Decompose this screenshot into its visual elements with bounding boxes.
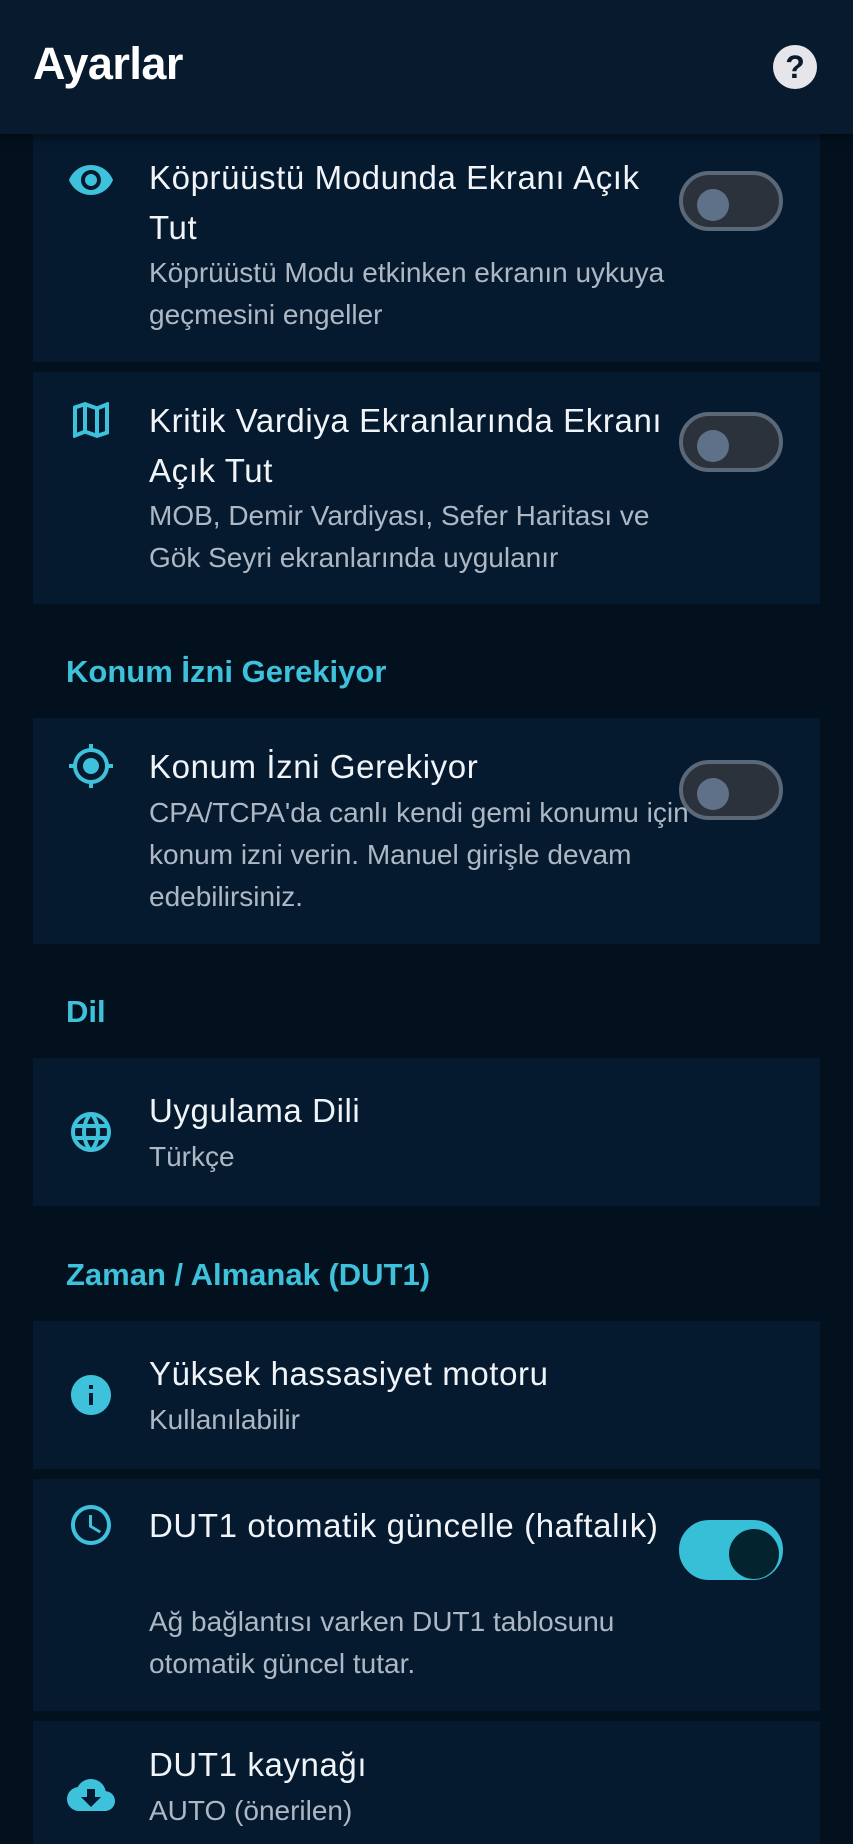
setting-location-permission[interactable]: Konum İzni Gerekiyor CPA/TCPA'da canlı k…	[33, 718, 820, 944]
toggle-knob	[729, 1529, 779, 1579]
dut1-auto-update-toggle[interactable]	[679, 1520, 783, 1580]
section-header-time: Zaman / Almanak (DUT1)	[66, 1257, 431, 1292]
setting-subtitle: CPA/TCPA'da canlı kendi gemi konumu için…	[149, 797, 689, 912]
setting-app-language[interactable]: Uygulama Dili Türkçe	[33, 1058, 820, 1206]
location-crosshair-icon	[67, 742, 115, 790]
setting-precision-engine: Yüksek hassasiyet motoru Kullanılabilir	[33, 1321, 820, 1469]
keep-screen-bridge-toggle[interactable]	[679, 171, 783, 231]
cloud-download-icon	[67, 1771, 115, 1819]
clock-icon	[67, 1501, 115, 1549]
setting-title: Yüksek hassasiyet motoru	[149, 1355, 549, 1392]
setting-title: Köprüüstü Modunda Ekranı Açık Tut	[149, 159, 640, 246]
setting-title: DUT1 otomatik güncelle (haftalık)	[149, 1507, 659, 1544]
setting-subtitle: Köprüüstü Modu etkinken ekranın uykuya g…	[149, 257, 665, 330]
eye-icon	[67, 156, 115, 204]
setting-keep-screen-critical[interactable]: Kritik Vardiya Ekranlarında Ekranı Açık …	[33, 372, 820, 604]
location-permission-toggle[interactable]	[679, 760, 783, 820]
setting-dut1-auto-update[interactable]: DUT1 otomatik güncelle (haftalık) Ağ bağ…	[33, 1479, 820, 1711]
help-icon[interactable]: ?	[773, 45, 817, 89]
setting-title: Konum İzni Gerekiyor	[149, 748, 479, 785]
setting-value: AUTO (önerilen)	[149, 1795, 353, 1826]
setting-dut1-source[interactable]: DUT1 kaynağı AUTO (önerilen)	[33, 1721, 820, 1844]
setting-title: Uygulama Dili	[149, 1092, 361, 1129]
toggle-knob	[697, 430, 729, 462]
setting-value: Kullanılabilir	[149, 1404, 300, 1435]
app-bar: Ayarlar ?	[0, 0, 853, 134]
setting-keep-screen-bridge[interactable]: Köprüüstü Modunda Ekranı Açık Tut Köprüü…	[33, 134, 820, 362]
setting-title: Kritik Vardiya Ekranlarında Ekranı Açık …	[149, 402, 663, 489]
section-header-location: Konum İzni Gerekiyor	[66, 654, 387, 689]
toggle-knob	[697, 189, 729, 221]
globe-icon	[67, 1108, 115, 1156]
page-title: Ayarlar	[33, 38, 183, 89]
setting-value: Türkçe	[149, 1141, 235, 1172]
map-icon	[67, 396, 115, 444]
section-header-language: Dil	[66, 994, 106, 1029]
setting-subtitle: Ağ bağlantısı varken DUT1 tablosunu otom…	[149, 1606, 615, 1679]
info-icon	[67, 1371, 115, 1419]
toggle-knob	[697, 778, 729, 810]
setting-subtitle: MOB, Demir Vardiyası, Sefer Haritası ve …	[149, 500, 650, 573]
setting-title: DUT1 kaynağı	[149, 1746, 368, 1783]
keep-screen-critical-toggle[interactable]	[679, 412, 783, 472]
